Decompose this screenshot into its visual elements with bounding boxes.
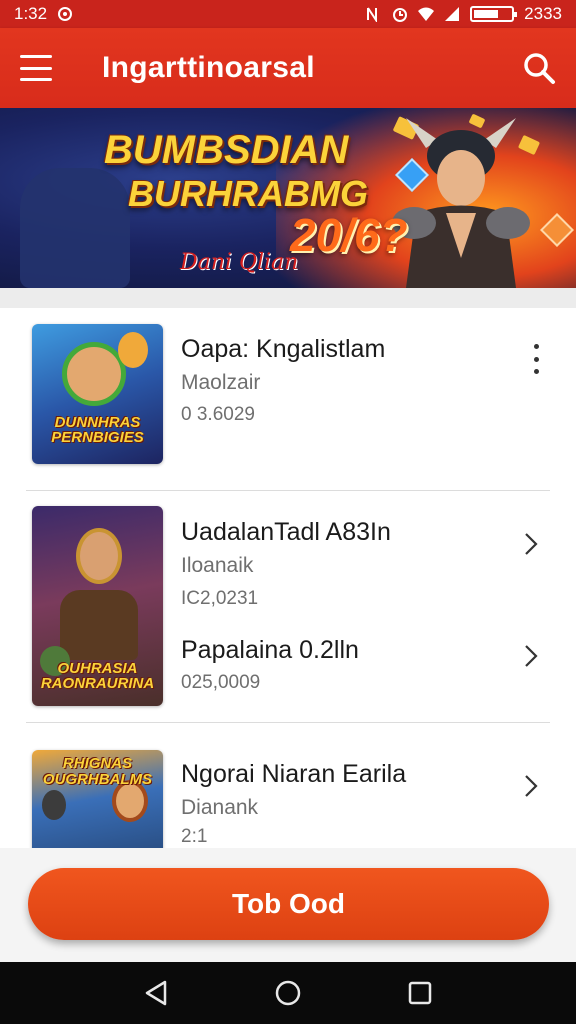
item-number: 025,0009 <box>181 672 261 693</box>
banner-title-line1: BUMBSDIAN <box>104 128 349 172</box>
chevron-right-icon[interactable] <box>520 772 542 800</box>
item-number: 0 3.6029 <box>181 404 255 425</box>
nfc-icon <box>367 7 378 22</box>
status-bar: 1:32 2333 <box>0 0 576 28</box>
search-icon[interactable] <box>522 51 556 85</box>
chevron-right-icon[interactable] <box>520 530 542 558</box>
home-icon[interactable] <box>272 977 304 1009</box>
banner-title-line2: BURHRABMG <box>128 173 368 214</box>
item-title: Papalaina 0.2lln <box>181 636 359 664</box>
banner-hero-figure <box>392 118 530 288</box>
battery-icon <box>470 6 518 22</box>
thumbnail-label: DUNNHRAS PERNBIGIES <box>51 413 144 447</box>
list-item[interactable]: RHIGNAS OUGRHBALMS Ngorai Niaran Earila … <box>0 724 576 848</box>
chevron-right-icon[interactable] <box>520 642 542 670</box>
list-item[interactable]: OUHRASIA RAONRAURINA UadalanTadl A83In I… <box>0 492 576 724</box>
status-time: 1:32 <box>14 4 48 23</box>
banner-year: 20/6? <box>290 209 408 261</box>
banner-knight-figure <box>20 168 130 288</box>
item-title: Ngorai Niaran Earila <box>181 760 407 788</box>
item-subtitle: Dianank <box>181 796 259 819</box>
signal-icon <box>445 7 460 21</box>
list-item[interactable]: DUNNHRAS PERNBIGIES Oapa: Kngalistlam Ma… <box>0 308 576 492</box>
thumbnail-label: RHIGNAS OUGRHBALMS <box>42 755 153 788</box>
app-bar: Ingarttinoarsal <box>0 28 576 108</box>
system-nav-bar <box>0 962 576 1024</box>
item-title: UadalanTadl A83In <box>181 518 391 546</box>
notification-icon <box>58 7 73 21</box>
game-thumbnail: DUNNHRAS PERNBIGIES <box>32 324 163 464</box>
thumbnail-label: OUHRASIA RAONRAURINA <box>40 659 155 693</box>
recents-icon[interactable] <box>404 977 436 1009</box>
banner-subtitle: Dani Qlian <box>180 250 299 275</box>
game-thumbnail: RHIGNAS OUGRHBALMS <box>32 750 163 848</box>
item-subtitle: Iloanaik <box>181 554 254 577</box>
item-subtitle: Maolzair <box>181 371 261 394</box>
more-vert-icon[interactable] <box>532 344 540 374</box>
menu-icon[interactable] <box>20 55 52 81</box>
primary-action-button[interactable]: Tob Ood <box>28 868 549 940</box>
game-thumbnail: OUHRASIA RAONRAURINA <box>32 506 163 706</box>
app-title: Ingarttinoarsal <box>102 51 315 84</box>
item-number: 2:1 <box>181 826 208 847</box>
promo-banner[interactable]: BUMBSDIAN BURHRABMG 20/6? Dani Qlian <box>0 108 576 288</box>
item-title: Oapa: Kngalistlam <box>181 335 386 363</box>
status-right-text: 2333 <box>524 4 562 23</box>
back-icon[interactable] <box>140 977 172 1009</box>
game-list: DUNNHRAS PERNBIGIES Oapa: Kngalistlam Ma… <box>0 308 576 848</box>
divider <box>26 722 550 723</box>
alarm-icon <box>393 8 408 22</box>
item-number: IC2,0231 <box>181 588 259 609</box>
wifi-icon <box>418 7 435 21</box>
divider <box>26 490 550 491</box>
